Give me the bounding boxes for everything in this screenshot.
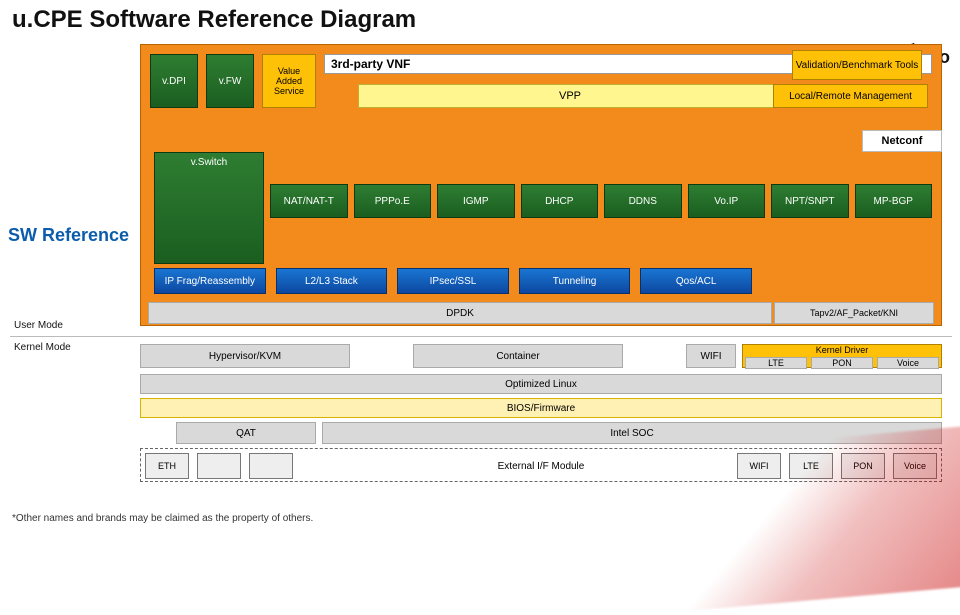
user-kernel-divider: [10, 336, 952, 337]
if-box: [197, 453, 241, 479]
diagram-stage: v.DPI v.FW Value Added Service 3rd-party…: [140, 44, 942, 490]
kd-item: LTE: [745, 357, 807, 369]
vdpi-box: v.DPI: [150, 54, 198, 108]
kernel-driver-title: Kernel Driver: [743, 345, 941, 355]
tap-bar: Tapv2/AF_Packet/KNI: [774, 302, 934, 324]
kd-item: PON: [811, 357, 873, 369]
green-item: DDNS: [604, 184, 682, 218]
mgmt-bar: Local/Remote Management: [773, 84, 928, 108]
bios-box: BIOS/Firmware: [140, 398, 942, 418]
optimized-linux-row: Optimized Linux: [140, 374, 942, 394]
bios-row: BIOS/Firmware: [140, 398, 942, 418]
user-mode-label: User Mode: [14, 320, 63, 331]
blue-item: Qos/ACL: [640, 268, 752, 294]
footnote: *Other names and brands may be claimed a…: [12, 513, 313, 524]
container-box: Container: [413, 344, 623, 368]
dpdk-bar: DPDK: [148, 302, 772, 324]
green-item: NPT/SNPT: [771, 184, 849, 218]
validation-tools-box: Validation/Benchmark Tools: [792, 50, 922, 80]
hypervisor-box: Hypervisor/KVM: [140, 344, 350, 368]
green-item: DHCP: [521, 184, 599, 218]
blue-strip: IP Frag/Reassembly L2/L3 Stack IPsec/SSL…: [154, 268, 752, 294]
external-if-label: External I/F Module: [498, 461, 585, 472]
blue-item: Tunneling: [519, 268, 631, 294]
if-box: [249, 453, 293, 479]
hypervisor-row: Hypervisor/KVM Container WIFI Kernel Dri…: [140, 344, 942, 368]
blue-item: L2/L3 Stack: [276, 268, 388, 294]
optimized-linux-box: Optimized Linux: [140, 374, 942, 394]
vpp-bar: VPP: [358, 84, 782, 108]
green-item: IGMP: [437, 184, 515, 218]
blue-item: IP Frag/Reassembly: [154, 268, 266, 294]
green-strip: NAT/NAT-T PPPo.E IGMP DHCP DDNS Vo.IP NP…: [270, 184, 932, 218]
corner-decor: [624, 425, 960, 615]
qat-box: QAT: [176, 422, 316, 444]
kernel-mode-label: Kernel Mode: [14, 342, 71, 353]
page-title: u.CPE Software Reference Diagram: [0, 0, 960, 36]
kernel-driver-box: Kernel Driver LTE PON Voice: [742, 344, 942, 368]
green-item: PPPo.E: [354, 184, 432, 218]
netconf-box: Netconf: [862, 130, 942, 152]
kd-item: Voice: [877, 357, 939, 369]
green-item: Vo.IP: [688, 184, 766, 218]
vas-box: Value Added Service: [262, 54, 316, 108]
vswitch-box: v.Switch: [154, 152, 264, 264]
green-item: NAT/NAT-T: [270, 184, 348, 218]
vfw-box: v.FW: [206, 54, 254, 108]
blue-item: IPsec/SSL: [397, 268, 509, 294]
green-item: MP-BGP: [855, 184, 933, 218]
wifi-box: WIFI: [686, 344, 736, 368]
if-box-eth: ETH: [145, 453, 189, 479]
sw-reference-label: SW Reference: [8, 225, 129, 246]
